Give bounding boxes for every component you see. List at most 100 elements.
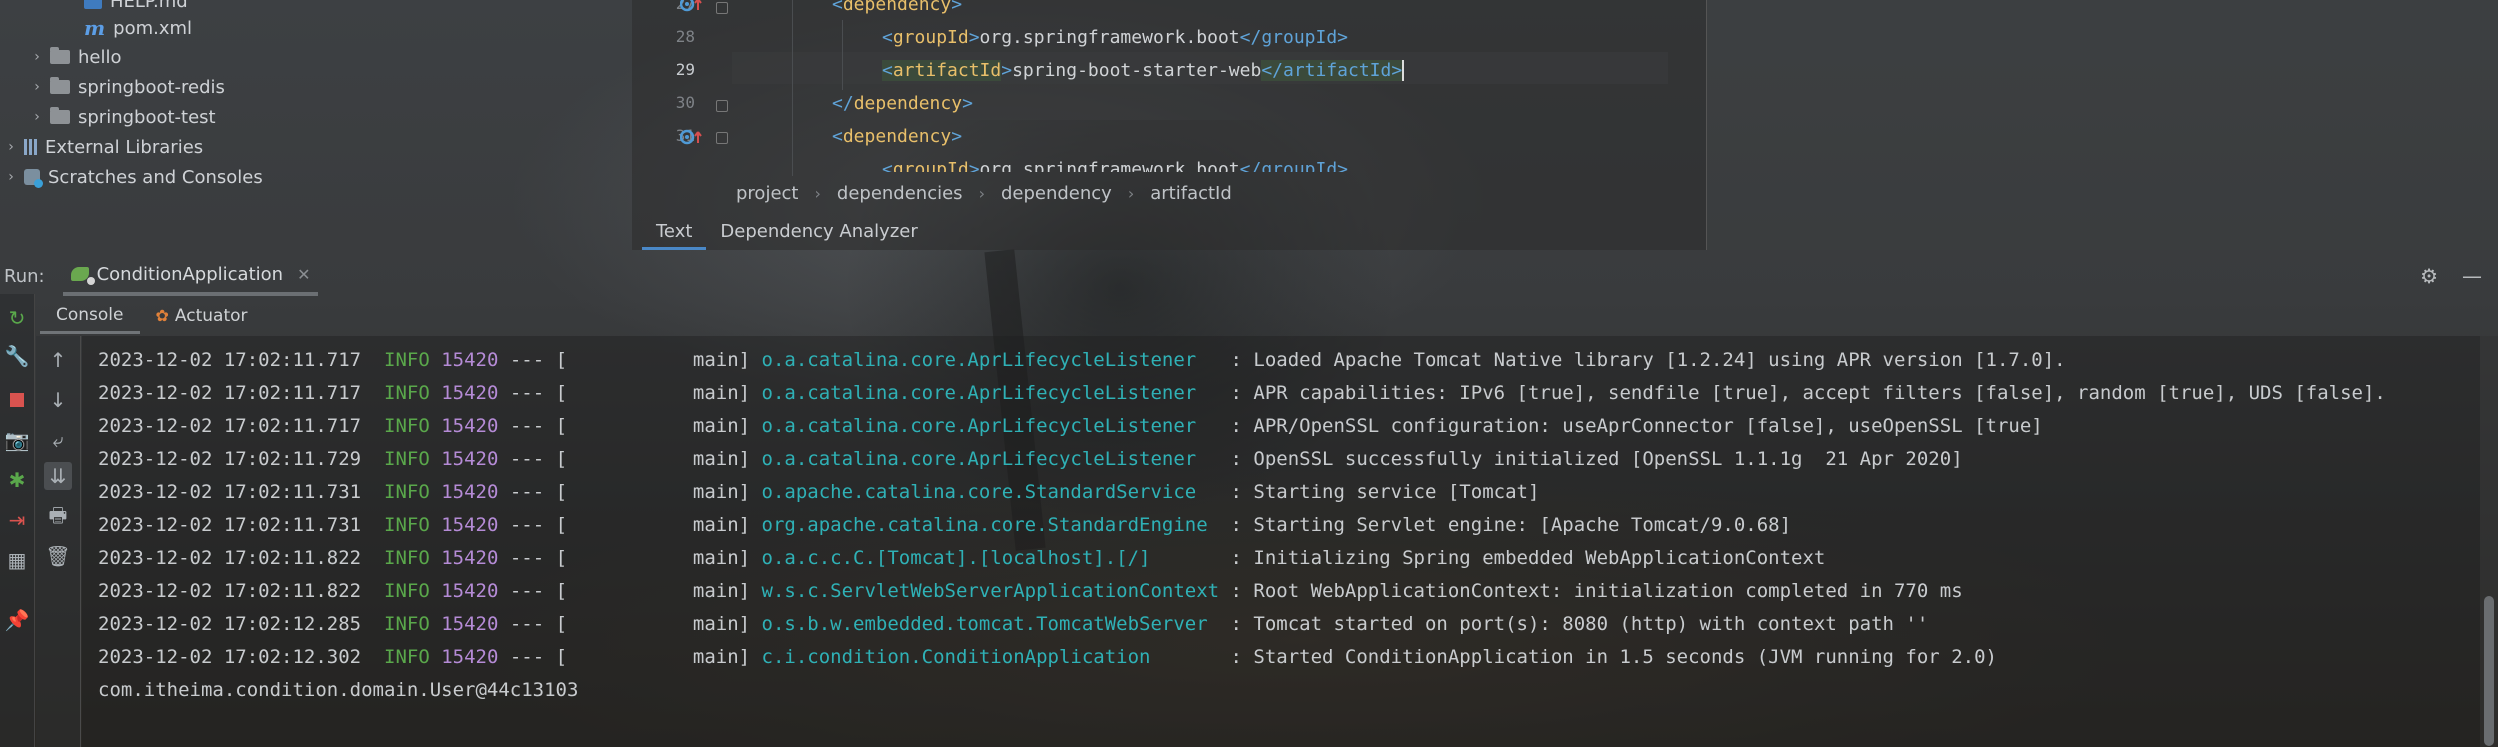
folder-icon <box>50 107 70 124</box>
log-line: 2023-12-02 17:02:11.729 INFO 15420 --- [… <box>98 448 1963 470</box>
tree-item-label: hello <box>78 46 122 68</box>
chevron-right-icon: › <box>978 183 985 203</box>
tree-item-pom-xml[interactable]: m pom.xml <box>84 13 192 43</box>
breadcrumb-item[interactable]: dependency <box>1001 183 1112 204</box>
chevron-right-icon[interactable]: › <box>30 109 44 125</box>
tab-console[interactable]: Console <box>40 298 140 334</box>
fold-marker-icon[interactable] <box>716 132 728 144</box>
arrow-up-icon[interactable]: ↑ <box>44 346 72 374</box>
chevron-right-icon[interactable]: › <box>30 49 44 65</box>
log-line: 2023-12-02 17:02:11.717 INFO 15420 --- [… <box>98 349 2066 371</box>
camera-icon[interactable]: 📷 <box>3 426 31 454</box>
maven-icon: m <box>84 16 106 40</box>
print-icon[interactable]: 🖶 <box>44 503 72 532</box>
debug-icon[interactable]: ✱ <box>3 466 31 494</box>
gear-icon[interactable]: ⚙ <box>2420 264 2438 288</box>
chevron-right-icon[interactable]: › <box>30 79 44 95</box>
log-line: 2023-12-02 17:02:12.302 INFO 15420 --- [… <box>98 646 1997 668</box>
spring-boot-icon <box>70 267 95 285</box>
tree-item-label: pom.xml <box>113 17 193 39</box>
run-config-title: ConditionApplication <box>96 263 284 285</box>
tab-label: Actuator <box>174 306 248 326</box>
log-line: 2023-12-02 17:02:11.822 INFO 15420 --- [… <box>98 580 1963 602</box>
rerun-icon[interactable]: ↻ <box>3 304 31 332</box>
editor-bottom-tabs: Text Dependency Analyzer <box>632 214 1706 250</box>
breadcrumb: project › dependencies › dependency › ar… <box>632 176 1706 210</box>
chevron-right-icon: › <box>814 183 821 203</box>
tree-item-label: springboot-redis <box>78 76 225 98</box>
log-line: 2023-12-02 17:02:11.731 INFO 15420 --- [… <box>98 514 1792 536</box>
fold-marker-icon[interactable] <box>716 100 728 112</box>
run-toolbar-left: ↻ 🔧 📷 ✱ ⇥ ▦ 📌 <box>0 294 35 747</box>
arrow-down-icon[interactable]: ↓ <box>44 386 72 414</box>
log-line: 2023-12-02 17:02:11.717 INFO 15420 --- [… <box>98 382 2386 404</box>
tree-item-label: HELP.md <box>110 0 188 12</box>
trash-icon[interactable]: 🗑 <box>44 542 72 570</box>
project-tree-panel: HELP.md m pom.xml › hello › springboot-r… <box>0 0 630 250</box>
chevron-right-icon[interactable]: › <box>4 139 18 155</box>
tab-label: Console <box>56 304 124 325</box>
run-config-tab[interactable]: ConditionApplication ✕ <box>62 256 319 296</box>
scrollbar-thumb[interactable] <box>2484 596 2494 746</box>
tree-item-label: springboot-test <box>78 106 216 128</box>
chevron-right-icon[interactable]: › <box>4 169 18 185</box>
run-sub-tabs: Console ✿ Actuator <box>40 298 264 334</box>
folder-icon <box>50 77 70 94</box>
editor-gutter: 27 28 29 30 31 <box>632 0 732 176</box>
console-output[interactable]: 2023-12-02 17:02:11.717 INFO 15420 --- [… <box>82 336 2480 747</box>
right-empty-pane <box>1706 0 2498 250</box>
code-line-partial: <groupId>org.springframework.boot</group… <box>882 159 1349 172</box>
breadcrumb-item[interactable]: project <box>736 183 798 204</box>
scratch-icon <box>24 169 43 188</box>
tree-item-springboot-redis[interactable]: › springboot-redis <box>30 72 225 102</box>
tab-text[interactable]: Text <box>642 214 707 250</box>
tree-item-external-libraries[interactable]: › External Libraries <box>4 132 203 162</box>
log-line: 2023-12-02 17:02:11.731 INFO 15420 --- [… <box>98 481 1540 503</box>
soft-wrap-icon[interactable]: ⤶ <box>44 426 72 454</box>
line-number: 28 <box>675 27 695 46</box>
tree-item-hello[interactable]: › hello <box>30 42 122 72</box>
breadcrumb-item[interactable]: artifactId <box>1150 183 1232 204</box>
dependency-gutter-icon[interactable] <box>680 129 706 145</box>
code-line-current: <artifactId>spring-boot-starter-web</art… <box>882 55 1416 87</box>
markdown-icon <box>84 0 102 9</box>
tree-item-scratches[interactable]: › Scratches and Consoles <box>4 162 263 192</box>
tab-dependency-analyzer[interactable]: Dependency Analyzer <box>706 214 931 250</box>
close-icon[interactable]: ✕ <box>297 265 310 284</box>
code-line: <dependency> <box>832 126 963 147</box>
tab-actuator[interactable]: ✿ Actuator <box>140 298 264 334</box>
code-line: <dependency> <box>832 0 963 15</box>
scroll-to-end-icon[interactable]: ⇊ <box>44 462 72 490</box>
tree-item-springboot-test[interactable]: › springboot-test <box>30 102 216 132</box>
tree-item-label: External Libraries <box>45 136 204 158</box>
run-tool-window-header: Run: ConditionApplication ✕ ⚙ — <box>0 256 2498 296</box>
library-icon <box>24 139 37 155</box>
chevron-right-icon: › <box>1127 183 1135 203</box>
header-actions: ⚙ — <box>2420 258 2482 294</box>
wrench-icon[interactable]: 🔧 <box>3 342 31 370</box>
run-label: Run: <box>4 265 45 287</box>
fold-marker-icon[interactable] <box>716 2 728 14</box>
console-toolbar: ↑ ↓ ⤶ ⇊ 🖶 🗑 <box>36 336 81 747</box>
line-number: 29 <box>675 60 695 79</box>
line-number: 30 <box>675 93 695 112</box>
xml-editor[interactable]: 27 28 29 30 31 <dependency> <groupId>org… <box>632 0 1706 250</box>
dependency-gutter-icon[interactable] <box>680 0 706 12</box>
program-output-line: com.itheima.condition.domain.User@44c131… <box>98 679 579 701</box>
indent-guide <box>792 0 793 176</box>
layout-icon[interactable]: ▦ <box>3 546 31 574</box>
exit-icon[interactable]: ⇥ <box>3 506 31 534</box>
console-scrollbar[interactable] <box>2480 336 2498 747</box>
log-line: 2023-12-02 17:02:11.822 INFO 15420 --- [… <box>98 547 1826 569</box>
tree-item-label: Scratches and Consoles <box>48 166 263 188</box>
code-line: <groupId>org.springframework.boot</group… <box>882 27 1349 48</box>
stop-icon[interactable] <box>3 386 31 414</box>
log-line: 2023-12-02 17:02:12.285 INFO 15420 --- [… <box>98 613 1929 635</box>
folder-icon <box>50 47 70 64</box>
indent-guide <box>842 20 843 90</box>
actuator-icon: ✿ <box>155 306 169 325</box>
minimize-icon[interactable]: — <box>2462 264 2482 288</box>
pin-icon[interactable]: 📌 <box>3 606 31 634</box>
breadcrumb-item[interactable]: dependencies <box>837 183 963 204</box>
code-line: </dependency> <box>832 93 973 114</box>
